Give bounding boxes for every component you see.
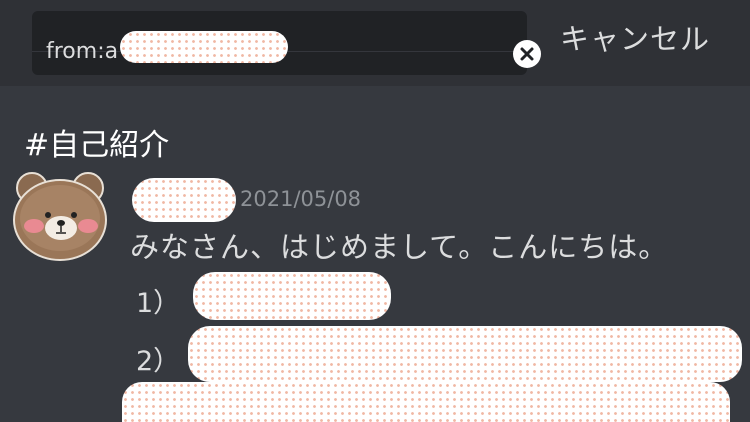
redacted-text	[188, 326, 742, 382]
list-item-label: 2）	[136, 346, 181, 377]
redacted-author-name	[132, 178, 236, 222]
channel-name[interactable]: #自己紹介	[24, 120, 169, 164]
search-query-text: from:a	[46, 39, 119, 64]
bear-avatar-icon[interactable]	[8, 168, 112, 264]
search-header: from:a キャンセル	[0, 0, 750, 86]
search-input[interactable]: from:a	[32, 11, 541, 75]
message-timestamp: 2021/05/08	[240, 187, 362, 211]
list-item-label: 1）	[136, 288, 181, 319]
close-icon[interactable]	[513, 40, 541, 68]
message-text: みなさん、はじめまして。こんにちは。	[130, 230, 669, 264]
redacted-username	[120, 31, 288, 63]
redacted-text	[122, 382, 730, 422]
redacted-text	[193, 272, 391, 320]
cancel-button[interactable]: キャンセル	[560, 16, 710, 58]
